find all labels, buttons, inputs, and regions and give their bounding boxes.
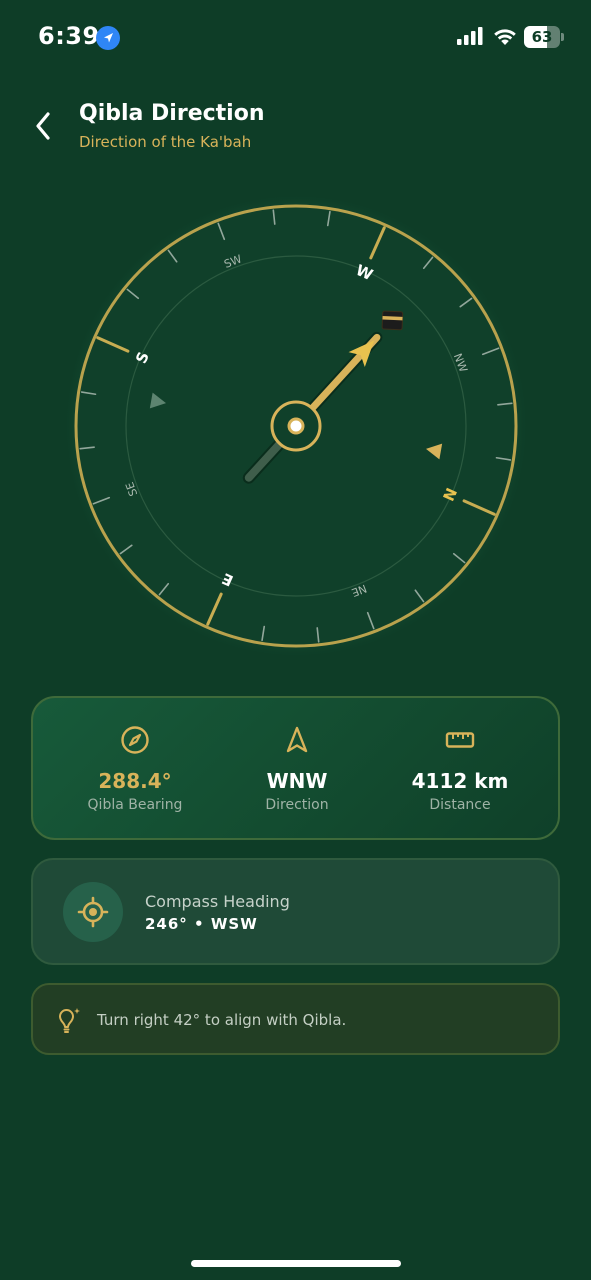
compass-hub-center — [287, 417, 305, 435]
kaaba-icon — [381, 310, 404, 331]
compass-icon — [121, 726, 149, 754]
battery-percentage: 63 — [531, 28, 553, 46]
direction-stat: WNW Direction — [209, 698, 385, 838]
home-indicator — [191, 1260, 401, 1267]
signal-bars-icon — [456, 26, 484, 46]
chevron-left-icon — [36, 112, 50, 140]
kaaba-body — [381, 310, 404, 331]
qibla-bearing-value: 288.4° — [98, 769, 172, 793]
location-arrow-icon — [96, 26, 120, 50]
qibla-bearing-stat: 288.4° Qibla Bearing — [47, 698, 223, 838]
navigation-arrow-icon — [286, 726, 308, 753]
ruler-icon — [445, 732, 475, 748]
status-bar: 6:39 63 — [0, 0, 591, 76]
distance-label: Distance — [429, 797, 491, 813]
compass-heading-card: Compass Heading 246° • WSW — [31, 858, 560, 965]
page-subtitle: Direction of the Ka'bah — [79, 133, 252, 151]
wifi-icon — [492, 25, 518, 47]
lightbulb-icon — [59, 1008, 80, 1033]
compass-heading-label: Compass Heading — [145, 892, 290, 911]
compass-heading-value: 246° • WSW — [145, 915, 258, 933]
qibla-info-card: 288.4° Qibla Bearing WNW Direction 4112 … — [31, 696, 560, 840]
crosshair-icon — [77, 896, 109, 928]
crosshair-icon-badge — [63, 882, 123, 942]
qibla-bearing-label: Qibla Bearing — [87, 797, 183, 813]
alignment-tip-text: Turn right 42° to align with Qibla. — [97, 1011, 347, 1029]
battery-icon: 63 — [524, 26, 564, 48]
direction-label: Direction — [265, 797, 329, 813]
qibla-compass[interactable]: N E S W NE SE SW NW — [66, 196, 526, 656]
alignment-tip-card: Turn right 42° to align with Qibla. — [31, 983, 560, 1055]
page-title: Qibla Direction — [79, 101, 265, 126]
distance-stat: 4112 km Distance — [372, 698, 548, 838]
back-button[interactable] — [28, 108, 60, 144]
distance-value: 4112 km — [411, 769, 509, 793]
status-time: 6:39 — [38, 22, 100, 50]
direction-value: WNW — [266, 769, 328, 793]
